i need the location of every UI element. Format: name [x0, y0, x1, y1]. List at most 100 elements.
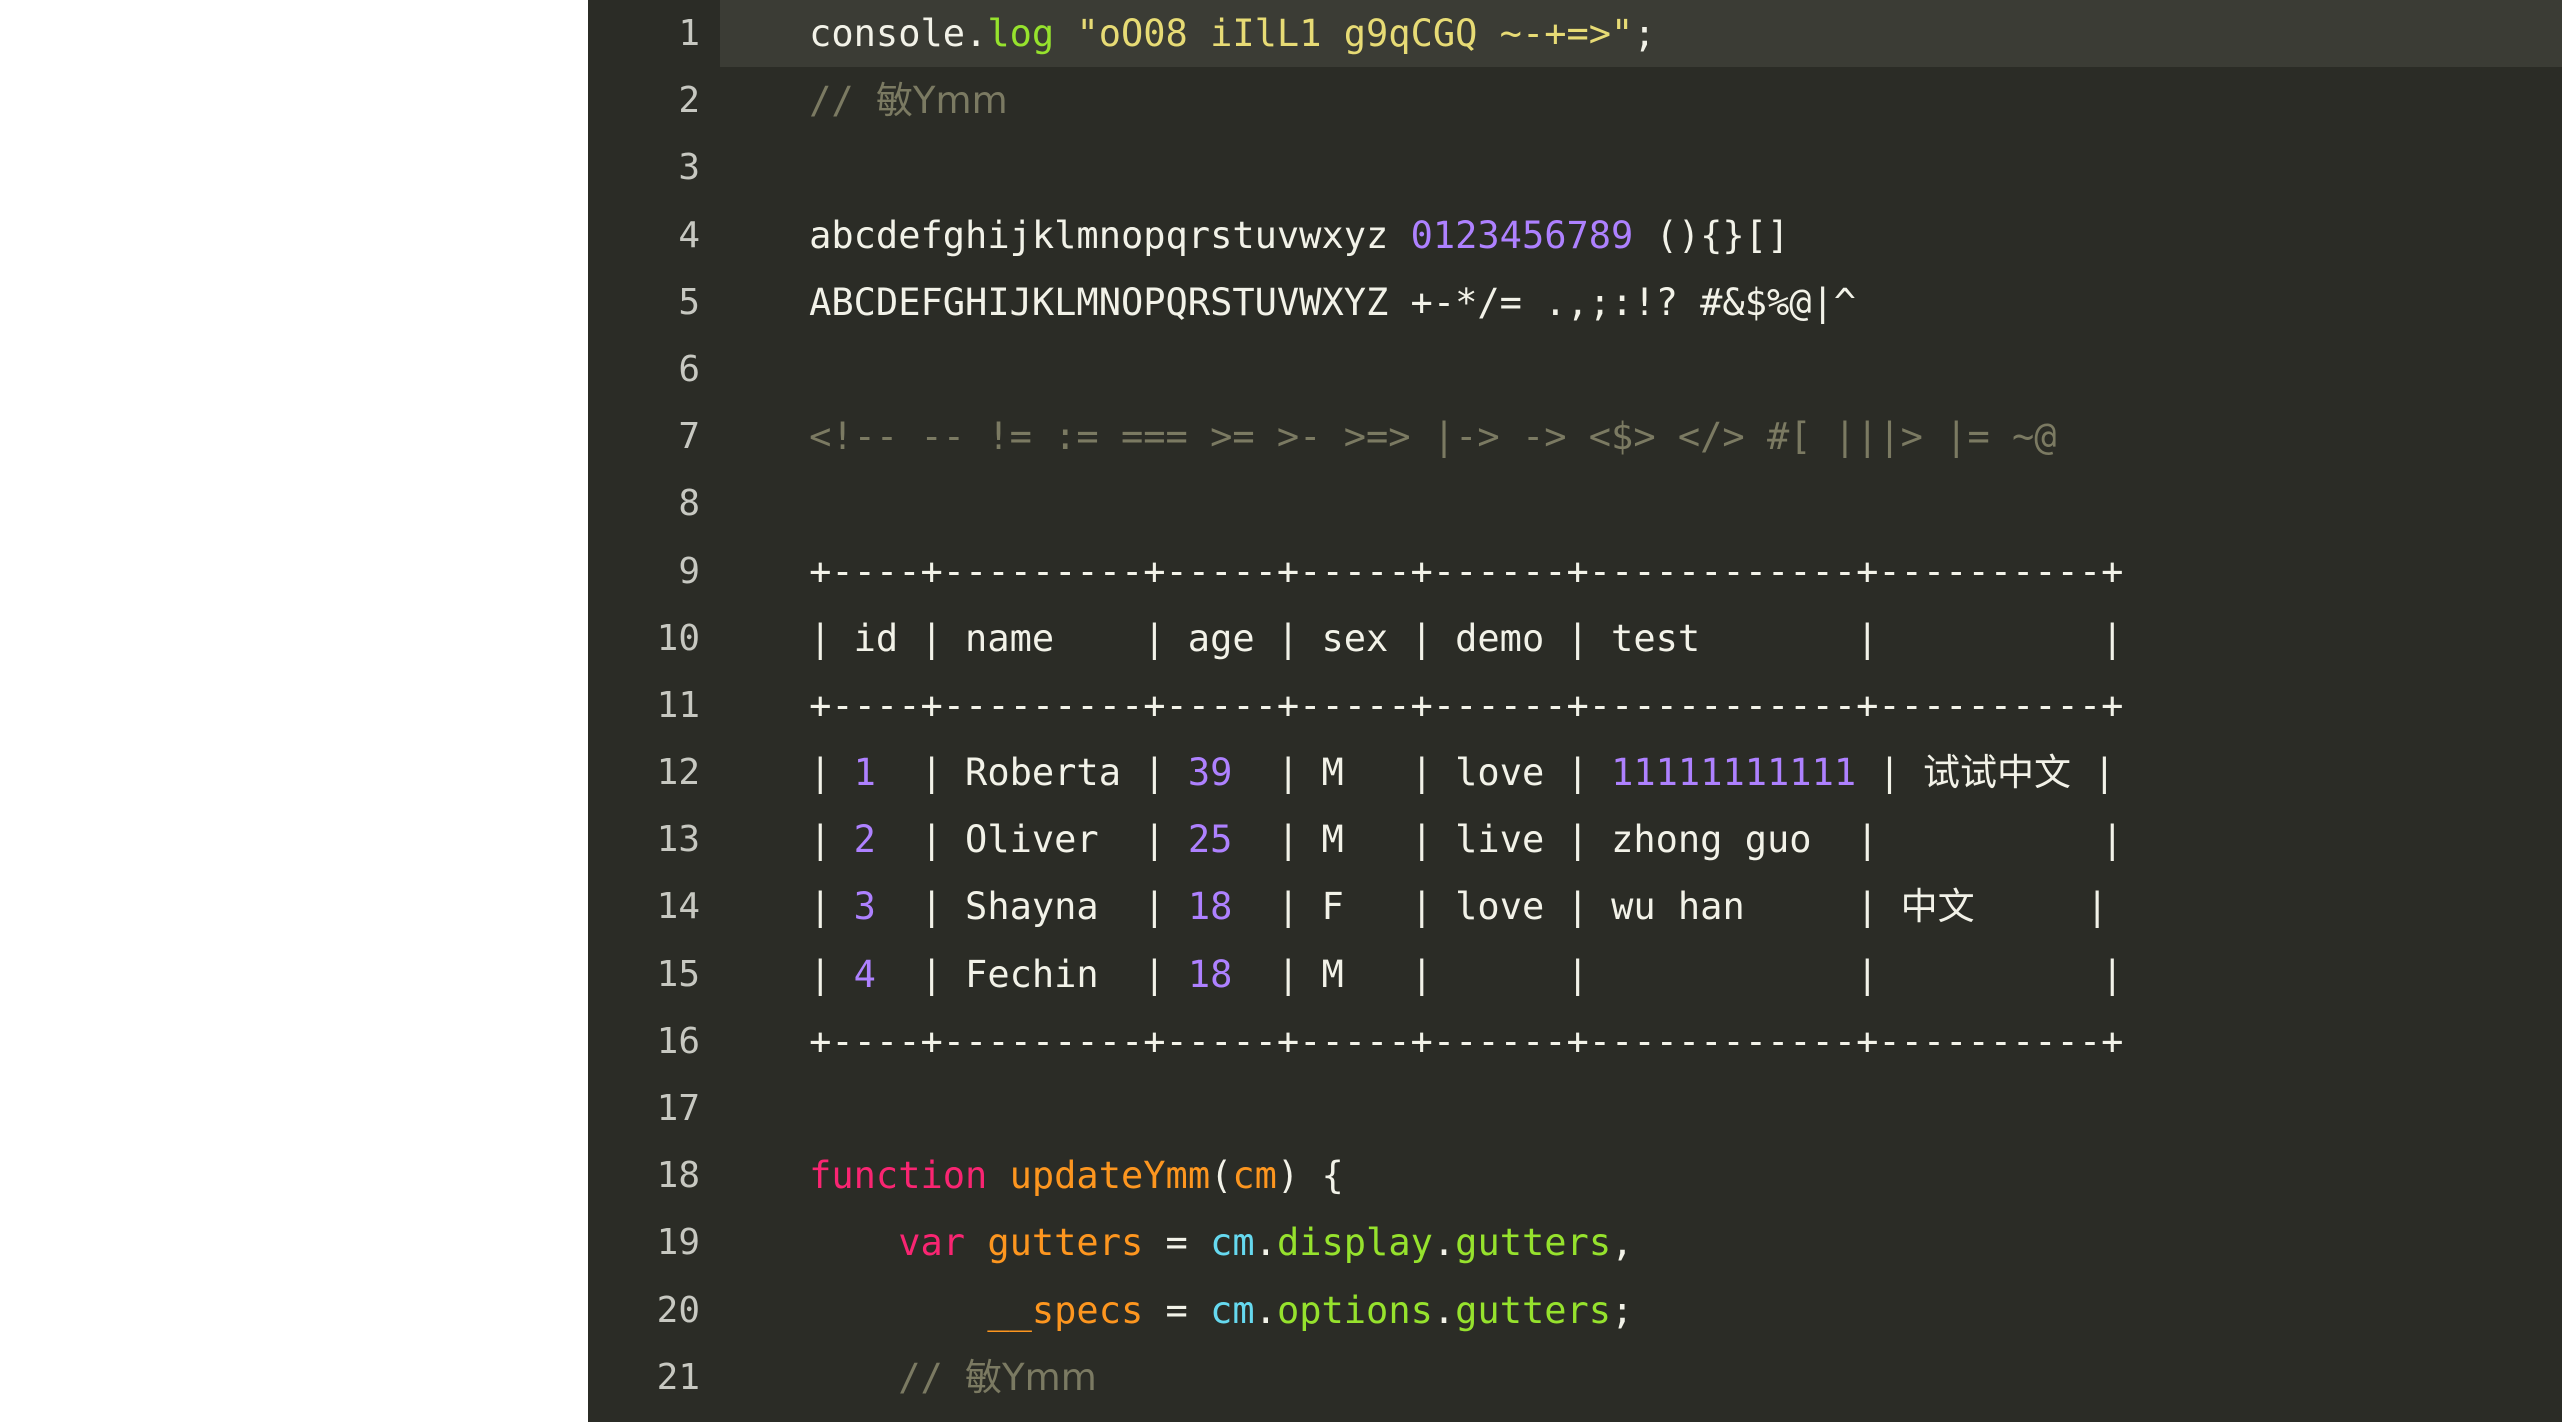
code-line-content[interactable]: <!-- -- != := === >= >- >=> |-> -> <$> <…: [720, 403, 2562, 470]
code-token: ) {: [1276, 1154, 1344, 1198]
code-line[interactable]: 14 | 3 | Shayna | 18 | F | love | wu han…: [588, 873, 2562, 941]
code-line[interactable]: 21 // 敏Ymm: [588, 1343, 2562, 1411]
code-token: +----+---------+-----+-----+------+-----…: [809, 683, 2124, 727]
code-token: .: [1254, 1221, 1277, 1265]
code-token: |: [809, 818, 854, 862]
code-token: | Oliver |: [875, 818, 1188, 862]
code-line-content[interactable]: +----+---------+-----+-----+------+-----…: [720, 672, 2562, 739]
code-line[interactable]: 17: [588, 1075, 2562, 1143]
code-token: .: [1432, 1288, 1456, 1332]
code-line-content[interactable]: __specs = cm.options.gutters;: [720, 1277, 2562, 1344]
code-line[interactable]: 9 +----+---------+-----+-----+------+---…: [588, 537, 2562, 605]
code-line[interactable]: 10 | id | name | age | sex | demo | test…: [588, 604, 2562, 672]
code-line-content[interactable]: | id | name | age | sex | demo | test | …: [720, 605, 2562, 672]
code-token: | id | name | age | sex | demo | test | …: [809, 616, 2124, 660]
line-number: 14: [588, 873, 720, 941]
code-line[interactable]: 11 +----+---------+-----+-----+------+--…: [588, 671, 2562, 740]
code-token: console: [809, 12, 966, 55]
code-line-content[interactable]: var gutters = cm.display.gutters,: [720, 1209, 2562, 1276]
code-line[interactable]: 7 <!-- -- != := === >= >- >=> |-> -> <$>…: [588, 403, 2562, 471]
code-line-content[interactable]: // 敏Ymm: [720, 67, 2562, 134]
code-token: updateYmm: [1009, 1154, 1211, 1198]
line-number: 20: [588, 1276, 720, 1344]
code-token: |: [2070, 751, 2116, 795]
line-number: 9: [588, 537, 720, 605]
code-token: display: [1276, 1221, 1433, 1265]
code-line-content[interactable]: | 1 | Roberta | 39 | M | love | 11111111…: [720, 739, 2562, 806]
code-line-content[interactable]: console.log "oO08 iIlL1 g9qCGQ ~-+=>";: [720, 0, 2562, 68]
code-token: 试试中文: [1922, 751, 2071, 795]
line-number: 4: [588, 201, 720, 269]
code-line-content[interactable]: [720, 336, 2562, 403]
code-line[interactable]: 1 console.log "oO08 iIlL1 g9qCGQ ~-+=>";: [588, 0, 2562, 68]
code-token: | Roberta |: [875, 751, 1188, 795]
line-number: 11: [588, 671, 720, 740]
code-token: =: [1165, 1288, 1188, 1332]
code-token: | Fechin |: [875, 952, 1188, 996]
code-token: abcdefghijklmnopqrstuvwxyz: [809, 213, 1411, 257]
code-line[interactable]: 5 ABCDEFGHIJKLMNOPQRSTUVWXYZ +-*/= .,;:!…: [588, 268, 2562, 336]
code-line[interactable]: 18 function updateYmm(cm) {: [588, 1142, 2562, 1210]
code-line[interactable]: 20 __specs = cm.options.gutters;: [588, 1276, 2562, 1344]
code-token: 敏Ymm: [965, 1355, 1097, 1399]
code-line[interactable]: 3: [588, 134, 2562, 202]
code-line[interactable]: 13 | 2 | Oliver | 25 | M | live | zhong …: [588, 806, 2562, 874]
code-token: 4: [853, 952, 876, 996]
code-line[interactable]: 8: [588, 470, 2562, 538]
code-line-content[interactable]: | 4 | Fechin | 18 | M | | | |: [720, 941, 2562, 1008]
code-editor-pane[interactable]: 1 console.log "oO08 iIlL1 g9qCGQ ~-+=>";…: [588, 0, 2562, 1422]
code-line[interactable]: 19 var gutters = cm.display.gutters,: [588, 1209, 2562, 1277]
code-line-content[interactable]: ABCDEFGHIJKLMNOPQRSTUVWXYZ +-*/= .,;:!? …: [720, 269, 2562, 336]
code-token: .: [965, 12, 988, 55]
code-token: 中文: [1900, 885, 1975, 929]
code-line[interactable]: 6: [588, 335, 2562, 404]
code-token: //: [898, 1355, 966, 1399]
code-token: 25: [1187, 818, 1233, 862]
code-line[interactable]: 15 | 4 | Fechin | 18 | M | | | |: [588, 940, 2562, 1008]
line-number: 21: [588, 1343, 720, 1411]
code-line[interactable]: 2 // 敏Ymm: [588, 67, 2562, 135]
code-token: | M | love |: [1232, 751, 1612, 795]
code-token: 2: [853, 818, 876, 862]
left-blank-panel: [0, 0, 588, 1422]
code-token: 39: [1187, 751, 1233, 795]
code-token: //: [809, 79, 876, 123]
code-line-content[interactable]: | 3 | Shayna | 18 | F | love | wu han | …: [720, 873, 2562, 940]
code-line-content[interactable]: +----+---------+-----+-----+------+-----…: [720, 538, 2562, 605]
code-line-content[interactable]: abcdefghijklmnopqrstuvwxyz 0123456789 ()…: [720, 202, 2562, 269]
code-line[interactable]: 12 | 1 | Roberta | 39 | M | love | 11111…: [588, 739, 2562, 807]
code-lines-container[interactable]: 1 console.log "oO08 iIlL1 g9qCGQ ~-+=>";…: [588, 0, 2562, 1411]
code-line-content[interactable]: [720, 1075, 2562, 1142]
code-token: 11111111111: [1611, 751, 1857, 795]
line-number: 15: [588, 940, 720, 1008]
code-token: | F | love | wu han |: [1232, 885, 1901, 929]
code-token: var: [898, 1221, 966, 1265]
code-token: 敏Ymm: [875, 79, 1008, 123]
code-line-content[interactable]: function updateYmm(cm) {: [720, 1142, 2562, 1209]
code-token: gutters: [1455, 1288, 1612, 1332]
code-token: __specs: [987, 1288, 1144, 1332]
line-number: 7: [588, 403, 720, 471]
code-line-content[interactable]: +----+---------+-----+-----+------+-----…: [720, 1008, 2562, 1075]
code-line-content[interactable]: | 2 | Oliver | 25 | M | live | zhong guo…: [720, 806, 2562, 873]
code-token: ,: [1611, 1221, 1634, 1265]
code-line-content[interactable]: [720, 470, 2562, 537]
code-line[interactable]: 16 +----+---------+-----+-----+------+--…: [588, 1007, 2562, 1075]
code-token: (: [1210, 1154, 1233, 1198]
code-token: function: [809, 1154, 988, 1198]
code-token: options: [1276, 1288, 1433, 1332]
code-token: gutters: [987, 1221, 1144, 1265]
code-line-content[interactable]: [720, 134, 2562, 201]
code-line[interactable]: 4 abcdefghijklmnopqrstuvwxyz 0123456789 …: [588, 201, 2562, 269]
code-line-content[interactable]: // 敏Ymm: [720, 1344, 2562, 1411]
